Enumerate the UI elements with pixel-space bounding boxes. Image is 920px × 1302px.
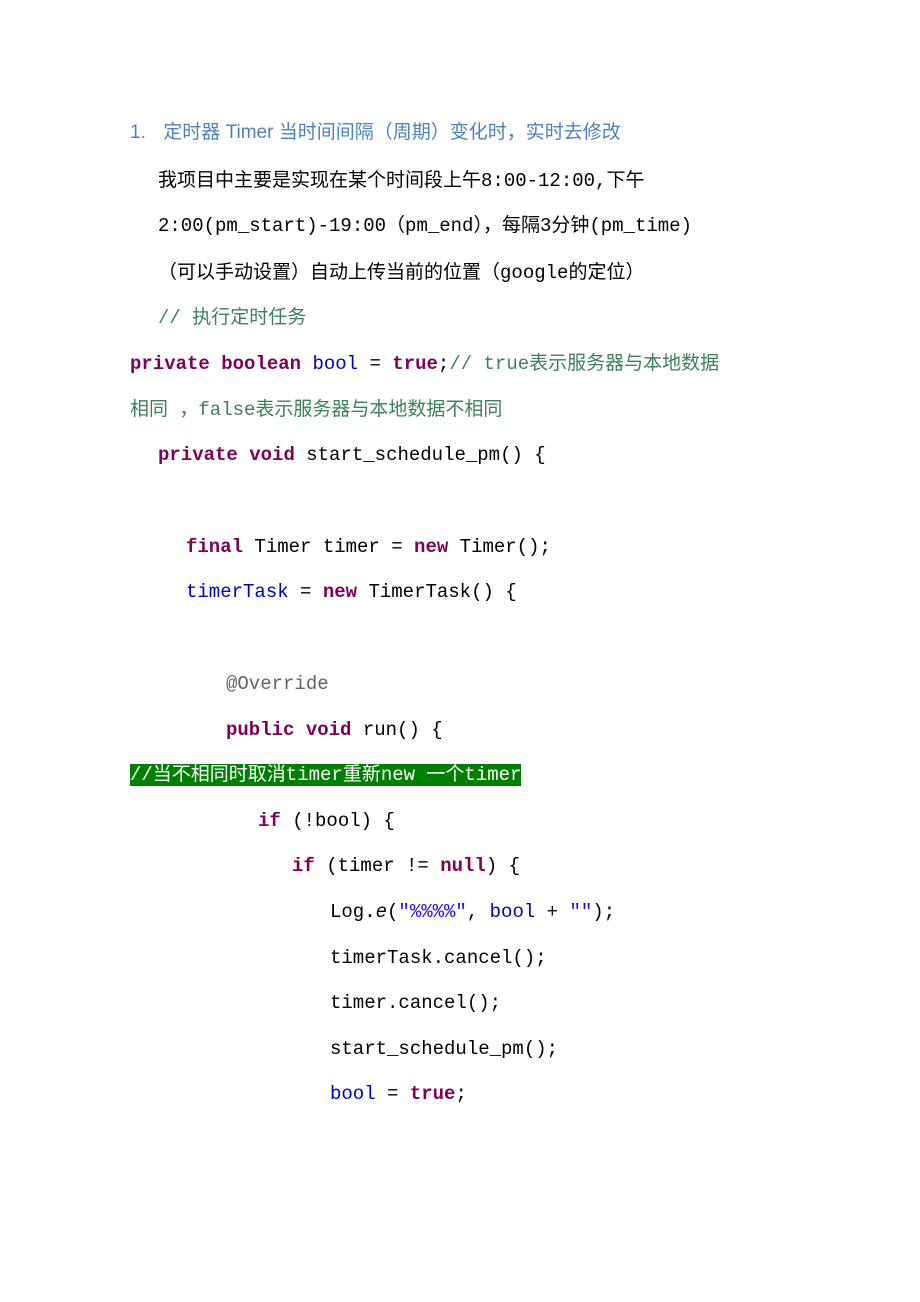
intro-line-1: 我项目中主要是实现在某个时间段上午8:00-12:00,下午 [130,158,790,205]
intro-line-1-suffix: 下午 [606,170,644,191]
bool-eq: = [376,1083,410,1105]
code-line-log: Log.e("%%%%", bool + ""); [130,890,790,936]
comma: , [467,901,490,923]
section-heading: 1. 定时器 Timer 当时间间隔（周期）变化时，实时去修改 [130,110,790,156]
code-line-if-notbool: if (!bool) { [130,799,790,845]
literal-true: true [392,353,438,375]
field-timertask: timerTask [186,581,289,603]
kw-boolean: boolean [221,353,301,375]
code-line-bool-true: bool = true; [130,1072,790,1118]
intro-line-1-prefix: 我项目中主要是实现在某个时间段上午 [158,170,481,191]
intro-line-3-suffix: 的定位） [568,262,644,283]
literal-null: null [440,855,486,877]
code-comment-exec: // 执行定时任务 [130,296,790,342]
kw-private: private [130,353,210,375]
field-bool: bool [312,353,358,375]
heading-text-code: Timer [226,122,274,143]
plus: + [535,901,569,923]
semicolon-2: ; [455,1083,466,1105]
code-line-run: public void run() { [130,708,790,754]
kw-public: public [226,719,294,741]
log-open: ( [387,901,398,923]
code-line-timer-new: final Timer timer = new Timer(); [130,525,790,571]
kw-private-2: private [158,444,238,466]
semicolon: ; [438,353,449,375]
intro-line-3-prefix: （可以手动设置）自动上传当前的位置（ [158,262,500,283]
close-call: ); [592,901,615,923]
blank-line [130,479,790,525]
literal-true-2: true [410,1083,456,1105]
intro-line-1-time: 8:00-12:00, [481,170,606,192]
eq: = [369,353,392,375]
kw-new-1: new [414,536,448,558]
field-bool-ref: bool [490,901,536,923]
intro-line-2: 2:00(pm_start)-19:00（pm_end），每隔3分钟(pm_ti… [130,204,790,250]
code-line-recurse: start_schedule_pm(); [130,1027,790,1073]
kw-void-2: void [306,719,352,741]
log-method: e [376,901,387,923]
code-line-bool-decl: private boolean bool = true;// true表示服务器… [130,342,790,388]
code-line-if-timer: if (timer != null) { [130,844,790,890]
cond-timer-ne: (timer != [315,855,440,877]
fn-name-start: start_schedule_pm() { [306,444,545,466]
eq-2: = [289,581,323,603]
kw-if-2: if [292,855,315,877]
timertask-ctor: TimerTask() { [357,581,517,603]
string-empty: "" [569,901,592,923]
heading-number: 1. [130,110,158,156]
code-line-timertask-cancel: timerTask.cancel(); [130,936,790,982]
code-comment-bool-2a: 相同 ， [130,399,198,421]
log-class: Log. [330,901,376,923]
string-pct: "%%%%" [398,901,466,923]
kw-final: final [186,536,243,558]
kw-void: void [249,444,295,466]
code-comment-bool-2: 相同 ，false表示服务器与本地数据不相同 [130,388,790,434]
code-comment-bool-2b: false表示服务器与本地数据不相同 [198,399,502,421]
heading-text-suffix: 当时间间隔（周期）变化时，实时去修改 [279,122,621,143]
cond-notbool: (!bool) { [281,810,395,832]
blank-line-2 [130,616,790,662]
code-line-fn-decl: private void start_schedule_pm() { [130,433,790,479]
kw-new-2: new [323,581,357,603]
intro-line-3: （可以手动设置）自动上传当前的位置（google的定位） [130,250,790,297]
fn-run: run() { [351,719,442,741]
intro-line-3-google: google [500,262,568,284]
close-paren-brace: ) { [486,855,520,877]
heading-text-prefix: 定时器 [163,122,220,143]
code-line-timer-cancel: timer.cancel(); [130,981,790,1027]
timer-ctor: Timer(); [448,536,551,558]
timer-decl-mid: Timer timer = [243,536,414,558]
code-line-timertask: timerTask = new TimerTask() { [130,570,790,616]
field-bool-lhs: bool [330,1083,376,1105]
kw-if-1: if [258,810,281,832]
code-line-highlight-comment: //当不相同时取消timer重新new 一个timer [130,753,790,799]
code-annotation-override: @Override [130,662,790,708]
highlighted-comment: //当不相同时取消timer重新new 一个timer [130,764,521,786]
code-comment-bool-1: // true表示服务器与本地数据 [449,353,719,375]
document-page: 1. 定时器 Timer 当时间间隔（周期）变化时，实时去修改 我项目中主要是实… [0,0,920,1302]
